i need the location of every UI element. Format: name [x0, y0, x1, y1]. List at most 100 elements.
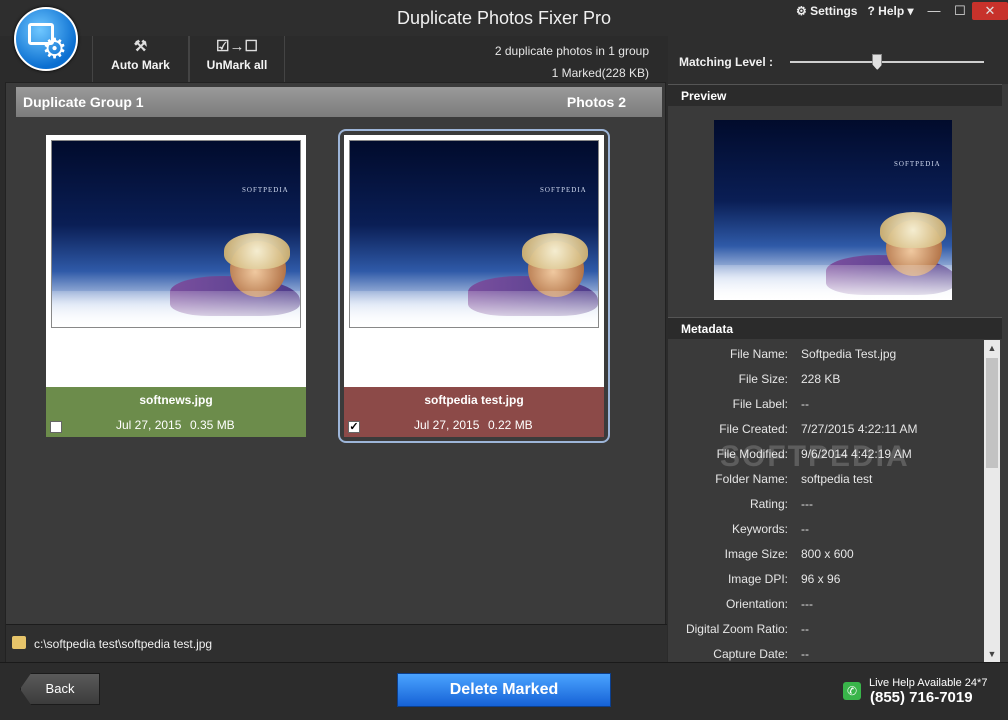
close-button[interactable]: ✕: [972, 2, 1008, 20]
metadata-key: Digital Zoom Ratio:: [685, 622, 788, 636]
metadata-value: 96 x 96: [801, 572, 841, 586]
help-icon[interactable]: ?: [867, 4, 874, 18]
bottom-bar: Back Delete Marked ✆ Live Help Available…: [0, 662, 1008, 720]
thumbnail-watermark: SOFTPEDIA: [540, 186, 587, 194]
slider-handle[interactable]: [872, 54, 883, 70]
preview-header: Preview: [668, 84, 1002, 106]
metadata-value: 228 KB: [801, 372, 841, 386]
settings-link[interactable]: Settings: [810, 4, 857, 18]
metadata-value: --: [801, 647, 809, 661]
phone-icon: ✆: [843, 682, 861, 700]
auto-mark-label: Auto Mark: [111, 58, 170, 72]
file-path: c:\softpedia test\softpedia test.jpg: [34, 637, 213, 651]
top-links: ⚙ Settings ? Help ▾: [796, 4, 914, 18]
matching-level-slider[interactable]: [790, 54, 984, 70]
metadata-row: File Label: --: [668, 392, 984, 417]
auto-mark-button[interactable]: ⚒ Auto Mark: [92, 36, 189, 82]
preview-watermark: SOFTPEDIA: [894, 160, 941, 168]
photo-thumbnail[interactable]: SOFTPEDIA: [51, 140, 301, 328]
title-bar: Duplicate Photos Fixer Pro ⚙ Settings ? …: [0, 0, 1008, 36]
metadata-row: Capture Date: --: [668, 642, 984, 662]
thumbnail-watermark: SOFTPEDIA: [242, 186, 289, 194]
group-title: Duplicate Group 1: [23, 94, 144, 110]
metadata-value: --: [801, 397, 809, 411]
help-link[interactable]: Help: [878, 4, 904, 18]
path-bar: c:\softpedia test\softpedia test.jpg: [6, 624, 667, 662]
photo-filename: softpedia test.jpg: [424, 393, 524, 407]
photo-info: softpedia test.jpg ✓ Jul 27, 2015 0.22 M…: [344, 387, 604, 437]
metadata-row: Image Size: 800 x 600: [668, 542, 984, 567]
preview-image: SOFTPEDIA: [714, 120, 952, 300]
matching-level-label: Matching Level :: [679, 55, 774, 69]
group-photo-count: Photos 2: [566, 94, 626, 110]
photo-size: 0.22 MB: [488, 418, 533, 432]
metadata-key: File Name:: [729, 347, 788, 361]
group-stats: 2 duplicate photos in 1 group 1 Marked(2…: [495, 40, 649, 84]
unmark-all-label: UnMark all: [206, 58, 268, 72]
settings-icon[interactable]: ⚙: [796, 4, 807, 18]
duplicate-summary: 2 duplicate photos in 1 group: [494, 44, 649, 58]
preview-splash: [714, 265, 952, 300]
folder-icon: [12, 636, 26, 649]
metadata-key: Image Size:: [724, 547, 788, 561]
chevron-down-icon[interactable]: ▾: [908, 4, 914, 18]
unmark-all-button[interactable]: ☑→☐ UnMark all: [189, 36, 285, 82]
metadata-value: softpedia test: [801, 472, 873, 486]
delete-marked-button[interactable]: Delete Marked: [397, 673, 611, 707]
magic-wand-icon: ⚒: [133, 38, 148, 55]
metadata-row: Digital Zoom Ratio: --: [668, 617, 984, 642]
photo-filename: softnews.jpg: [139, 393, 213, 407]
maximize-button[interactable]: ☐: [947, 2, 973, 20]
metadata-key: Rating:: [749, 497, 788, 511]
metadata-value: Softpedia Test.jpg: [801, 347, 897, 361]
metadata-key: Image DPI:: [727, 572, 788, 586]
photo-thumbnail[interactable]: SOFTPEDIA: [349, 140, 599, 328]
photo-date: Jul 27, 2015: [414, 418, 480, 432]
back-button[interactable]: Back: [20, 673, 100, 705]
metadata-key: File Label:: [732, 397, 788, 411]
preview-hair: [880, 212, 946, 248]
app-logo: ⚙: [14, 7, 78, 71]
thumbnail-splash: [350, 291, 598, 327]
metadata-value: 800 x 600: [801, 547, 854, 561]
metadata-value: ---: [801, 597, 813, 611]
photo-frame: SOFTPEDIA: [46, 135, 306, 387]
live-help-text: Live Help Available 24*7: [869, 677, 988, 689]
metadata-row: Rating: ---: [668, 492, 984, 517]
gear-icon: ⚙: [42, 33, 68, 64]
metadata-key: Capture Date:: [713, 647, 788, 661]
metadata-row: File Created: 7/27/2015 4:22:11 AM: [668, 417, 984, 442]
scroll-thumb[interactable]: [986, 358, 998, 468]
mark-checkbox-checked[interactable]: ✓: [348, 421, 360, 433]
thumbnail-splash: [52, 291, 300, 327]
metadata-value: --: [801, 622, 809, 636]
photo-date: Jul 27, 2015: [116, 418, 182, 432]
metadata-value: 7/27/2015 4:22:11 AM: [801, 422, 918, 436]
metadata-key: File Size:: [738, 372, 788, 386]
softpedia-watermark: SOFTPEDIA: [720, 440, 910, 473]
photo-card-selected[interactable]: SOFTPEDIA softpedia test.jpg ✓ Jul 27, 2…: [338, 129, 610, 443]
metadata-row: Orientation: ---: [668, 592, 984, 617]
metadata-header: Metadata: [668, 317, 1002, 339]
photo-frame: SOFTPEDIA: [344, 135, 604, 387]
mark-checkbox[interactable]: [50, 421, 62, 433]
metadata-row: Image DPI: 96 x 96: [668, 567, 984, 592]
metadata-value: --: [801, 522, 809, 536]
metadata-list: File Name: Softpedia Test.jpg File Size: 22…: [668, 338, 984, 662]
metadata-key: Keywords:: [731, 522, 788, 536]
metadata-row: File Size: 228 KB: [668, 367, 984, 392]
scroll-down-icon[interactable]: ▼: [984, 646, 1000, 662]
metadata-key: Orientation:: [725, 597, 788, 611]
phone-number[interactable]: (855) 716-7019: [870, 689, 973, 706]
minimize-button[interactable]: —: [921, 2, 947, 20]
metadata-row: File Name: Softpedia Test.jpg: [668, 342, 984, 367]
scroll-up-icon[interactable]: ▲: [984, 340, 1000, 356]
matching-level-bar: Matching Level :: [668, 36, 1008, 84]
photo-card[interactable]: SOFTPEDIA softnews.jpg Jul 27, 2015 0.35…: [46, 135, 306, 437]
group-header: Duplicate Group 1 Photos 2: [16, 87, 662, 117]
metadata-key: File Created:: [719, 422, 788, 436]
metadata-scrollbar[interactable]: ▲ ▼: [984, 340, 1000, 662]
photo-size: 0.35 MB: [190, 418, 235, 432]
results-panel: Duplicate Group 1 Photos 2 SOFTPEDIA sof…: [5, 82, 667, 662]
metadata-row: Keywords: --: [668, 517, 984, 542]
